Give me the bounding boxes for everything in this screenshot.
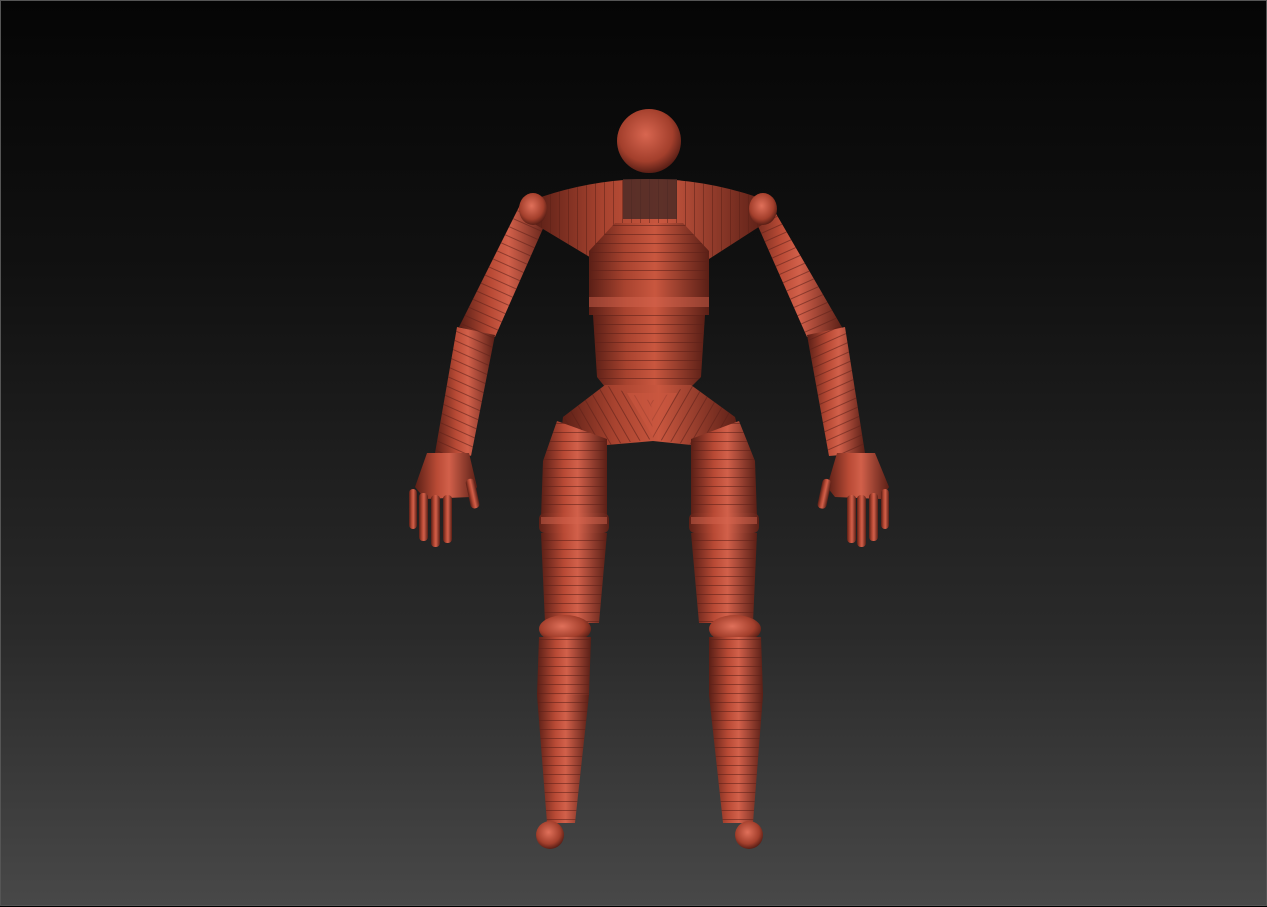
left-shin[interactable] <box>537 695 589 823</box>
left-hand[interactable] <box>409 453 480 547</box>
head[interactable] <box>617 109 681 173</box>
right-foot[interactable] <box>735 821 763 849</box>
right-hand[interactable] <box>817 453 889 547</box>
right-thigh[interactable] <box>689 421 759 533</box>
neck-mask-patch[interactable] <box>623 179 677 219</box>
document-canvas[interactable] <box>0 0 1267 906</box>
left-shoulder-joint[interactable] <box>519 193 547 225</box>
left-thigh[interactable] <box>539 421 609 533</box>
mannequin-figure[interactable] <box>1 1 1267 907</box>
left-forearm[interactable] <box>435 327 495 456</box>
left-shin-upper[interactable] <box>537 637 591 695</box>
right-lower-thigh[interactable] <box>691 533 757 623</box>
abdomen[interactable] <box>593 315 705 387</box>
left-lower-thigh[interactable] <box>541 533 607 623</box>
chest[interactable] <box>589 223 709 285</box>
right-shin-upper[interactable] <box>709 637 763 695</box>
left-foot[interactable] <box>536 821 564 849</box>
right-shin[interactable] <box>709 695 763 823</box>
right-shoulder-joint[interactable] <box>749 193 777 225</box>
right-forearm[interactable] <box>807 327 865 456</box>
